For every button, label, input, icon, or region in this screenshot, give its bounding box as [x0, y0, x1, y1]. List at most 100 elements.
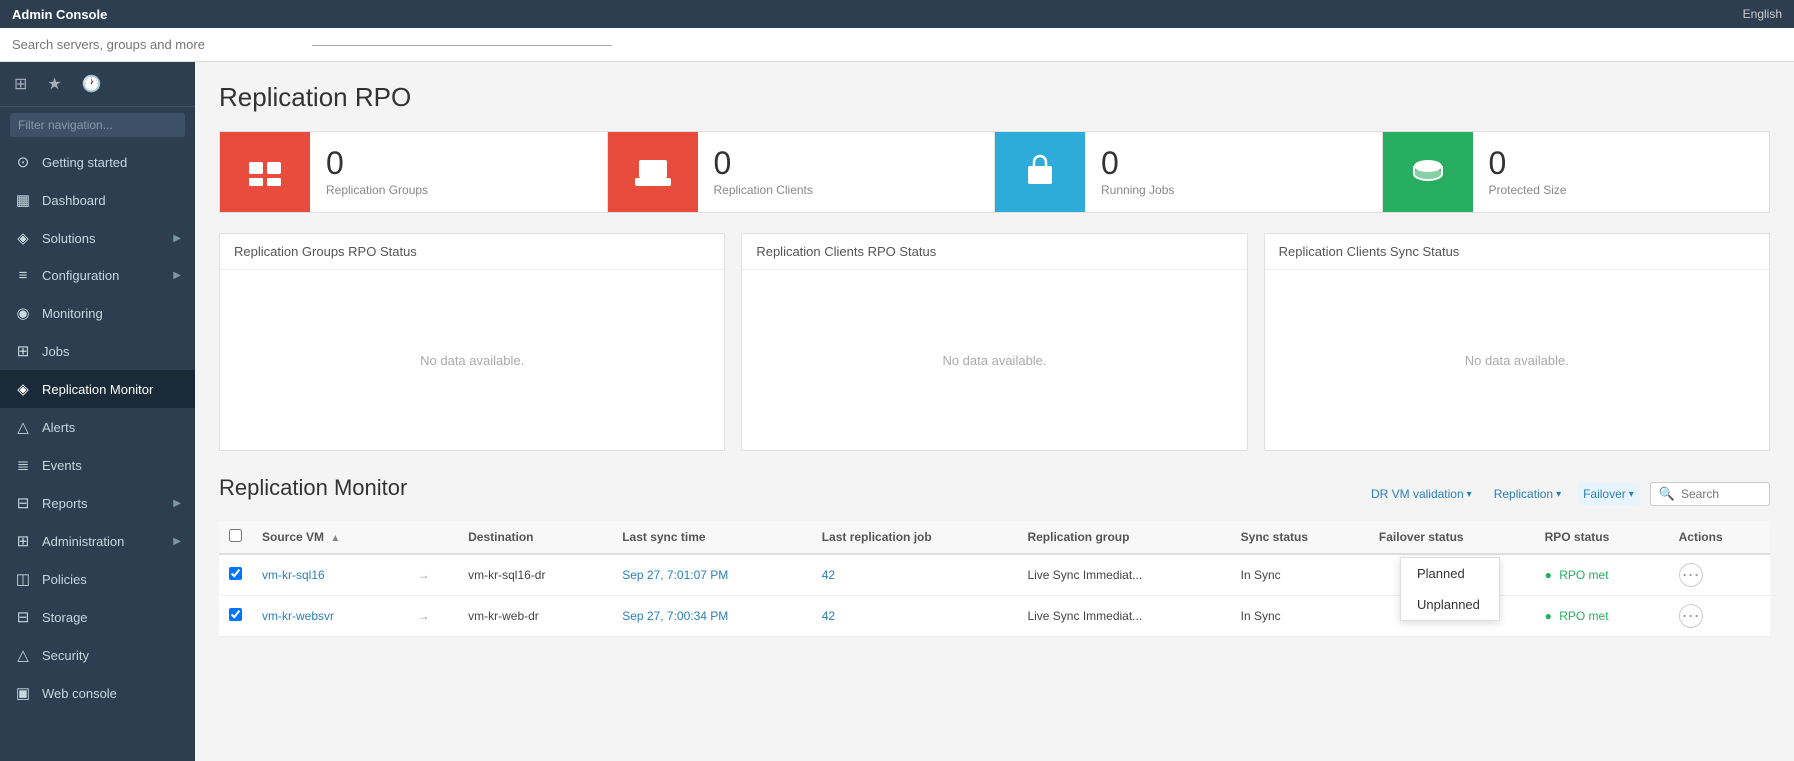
- row-last-replication-job: 42: [812, 554, 1018, 596]
- sidebar-item-events[interactable]: ≣ Events: [0, 446, 195, 484]
- failover-filter[interactable]: Failover ▾: [1577, 483, 1640, 505]
- replication-filter[interactable]: Replication ▾: [1488, 483, 1567, 505]
- sidebar: ⊞ ★ 🕐 ⊙ Getting started ▦ Dashboard ◈ So…: [0, 62, 195, 761]
- administration-icon: ⊞: [14, 532, 32, 550]
- getting-started-icon: ⊙: [14, 153, 32, 171]
- replication-clients-number: 0: [714, 147, 813, 179]
- stat-card-running-jobs: 0 Running Jobs: [995, 132, 1383, 212]
- alerts-icon: △: [14, 418, 32, 436]
- rpo-status-label: RPO met: [1559, 568, 1608, 582]
- sidebar-filter-input[interactable]: [10, 113, 185, 137]
- sidebar-item-configuration[interactable]: ≡ Configuration ▶: [0, 257, 195, 294]
- dashboard-icon: ▦: [14, 191, 32, 209]
- sidebar-item-policies[interactable]: ◫ Policies: [0, 560, 195, 598]
- sidebar-item-reports[interactable]: ⊟ Reports ▶: [0, 484, 195, 522]
- sidebar-item-solutions[interactable]: ◈ Solutions ▶: [0, 219, 195, 257]
- sidebar-item-security[interactable]: △ Security: [0, 636, 195, 674]
- sidebar-item-storage[interactable]: ⊟ Storage: [0, 598, 195, 636]
- th-failover-status: Failover status: [1369, 521, 1535, 554]
- failover-dropdown: PlannedUnplanned: [1400, 557, 1500, 621]
- sync-time-link[interactable]: Sep 27, 7:00:34 PM: [622, 609, 728, 623]
- row-source-vm: vm-kr-sql16: [252, 554, 408, 596]
- rpo-groups-title: Replication Groups RPO Status: [220, 234, 724, 270]
- security-icon: △: [14, 646, 32, 664]
- row-replication-group: Live Sync Immediat...: [1017, 596, 1230, 637]
- sync-clients-body: No data available.: [1265, 270, 1769, 450]
- row-replication-group: Live Sync Immediat...: [1017, 554, 1230, 596]
- stat-card-replication-clients: 0 Replication Clients: [608, 132, 996, 212]
- status-panel-sync-clients: Replication Clients Sync Status No data …: [1264, 233, 1770, 451]
- row-sync-status: In Sync: [1231, 554, 1369, 596]
- row-last-sync-time: Sep 27, 7:00:34 PM: [612, 596, 812, 637]
- replication-job-link[interactable]: 42: [822, 609, 835, 623]
- source-vm-link[interactable]: vm-kr-sql16: [262, 568, 325, 582]
- th-checkbox: [219, 521, 252, 554]
- reports-icon: ⊟: [14, 494, 32, 512]
- th-actions: Actions: [1669, 521, 1770, 554]
- monitor-filters: DR VM validation ▾ Replication ▾ Failove…: [1365, 482, 1770, 506]
- row-arrow: →: [408, 554, 459, 596]
- source-vm-link[interactable]: vm-kr-websvr: [262, 609, 334, 623]
- th-destination: Destination: [458, 521, 612, 554]
- row-checkbox[interactable]: [229, 567, 242, 580]
- row-checkbox[interactable]: [229, 608, 242, 621]
- replication-monitor-icon: ◈: [14, 380, 32, 398]
- running-jobs-label: Running Jobs: [1101, 183, 1174, 197]
- sidebar-item-label: Web console: [42, 686, 181, 701]
- replication-clients-info: 0 Replication Clients: [698, 137, 829, 207]
- row-last-sync-time: Sep 27, 7:01:07 PM: [612, 554, 812, 596]
- monitor-section-title: Replication Monitor: [219, 475, 407, 501]
- replication-groups-icon: [220, 132, 310, 212]
- star-icon[interactable]: ★: [43, 70, 65, 98]
- th-sync-status: Sync status: [1231, 521, 1369, 554]
- dr-vm-validation-filter[interactable]: DR VM validation ▾: [1365, 483, 1478, 505]
- global-search-input[interactable]: [12, 37, 312, 52]
- sidebar-item-web-console[interactable]: ▣ Web console: [0, 674, 195, 712]
- storage-icon: ⊟: [14, 608, 32, 626]
- row-actions-button[interactable]: ⋯: [1679, 563, 1703, 587]
- table-container: PlannedUnplanned Source VM ▲ Destination L…: [219, 521, 1770, 637]
- row-checkbox-cell: [219, 554, 252, 596]
- solutions-icon: ◈: [14, 229, 32, 247]
- sidebar-item-label: Alerts: [42, 420, 181, 435]
- sidebar-item-jobs[interactable]: ⊞ Jobs: [0, 332, 195, 370]
- sort-arrow-source-vm: ▲: [330, 533, 340, 544]
- th-arrow: [408, 521, 459, 554]
- failover-option-unplanned[interactable]: Unplanned: [1401, 589, 1499, 620]
- main-content: Replication RPO 0 Replication Groups 0 R…: [195, 62, 1794, 761]
- monitor-search-input[interactable]: [1681, 487, 1761, 501]
- failover-option-planned[interactable]: Planned: [1401, 558, 1499, 589]
- running-jobs-number: 0: [1101, 147, 1174, 179]
- status-panel-rpo-groups: Replication Groups RPO Status No data av…: [219, 233, 725, 451]
- sidebar-item-alerts[interactable]: △ Alerts: [0, 408, 195, 446]
- sync-time-link[interactable]: Sep 27, 7:01:07 PM: [622, 568, 728, 582]
- row-destination: vm-kr-sql16-dr: [458, 554, 612, 596]
- protected-size-icon: [1383, 132, 1473, 212]
- table-row: vm-kr-sql16 → vm-kr-sql16-dr Sep 27, 7:0…: [219, 554, 1770, 596]
- sidebar-item-dashboard[interactable]: ▦ Dashboard: [0, 181, 195, 219]
- select-all-checkbox[interactable]: [229, 529, 242, 542]
- rpo-status-label: RPO met: [1559, 609, 1608, 623]
- sidebar-item-label: Getting started: [42, 155, 181, 170]
- running-jobs-icon: [995, 132, 1085, 212]
- top-search-bar: [0, 28, 1794, 62]
- sync-clients-title: Replication Clients Sync Status: [1265, 234, 1769, 270]
- sidebar-item-monitoring[interactable]: ◉ Monitoring: [0, 294, 195, 332]
- th-source-vm[interactable]: Source VM ▲: [252, 521, 408, 554]
- rpo-clients-title: Replication Clients RPO Status: [742, 234, 1246, 270]
- grid-icon[interactable]: ⊞: [10, 70, 31, 98]
- sidebar-item-label: Policies: [42, 572, 181, 587]
- language-selector[interactable]: English: [1743, 7, 1782, 21]
- sidebar-item-label: Monitoring: [42, 306, 181, 321]
- rpo-clients-body: No data available.: [742, 270, 1246, 450]
- sidebar-item-replication-monitor[interactable]: ◈ Replication Monitor: [0, 370, 195, 408]
- row-actions-button[interactable]: ⋯: [1679, 604, 1703, 628]
- history-icon[interactable]: 🕐: [78, 70, 106, 98]
- status-panels: Replication Groups RPO Status No data av…: [219, 233, 1770, 451]
- th-rpo-status: RPO status: [1535, 521, 1669, 554]
- replication-job-link[interactable]: 42: [822, 568, 835, 582]
- monitor-search-box: 🔍: [1650, 482, 1770, 506]
- sidebar-item-administration[interactable]: ⊞ Administration ▶: [0, 522, 195, 560]
- sidebar-item-label: Dashboard: [42, 193, 181, 208]
- sidebar-item-getting-started[interactable]: ⊙ Getting started: [0, 143, 195, 181]
